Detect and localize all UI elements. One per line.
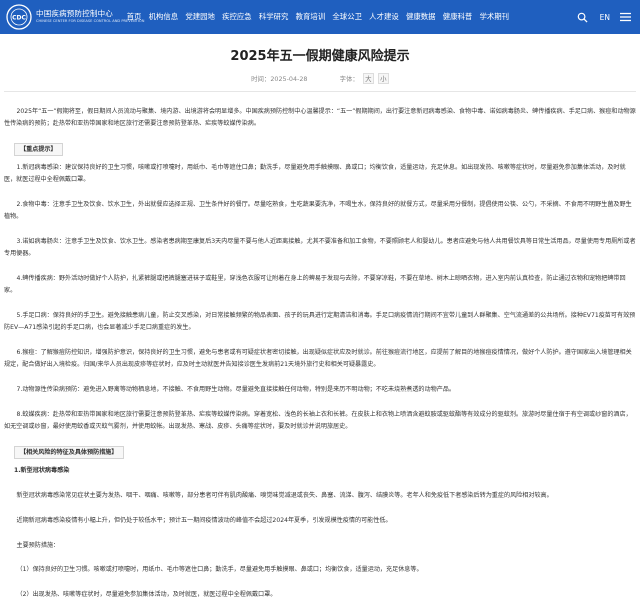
tip-mosquito-borne: 8.蚊媒疾病：赴热带和亚热带国家和地区旅行需要注意预防登革热、疟疾等蚊媒传染病。…: [4, 411, 632, 431]
nav-training[interactable]: 教育培训: [292, 0, 329, 34]
logo-chinese-name: 中国疾病预防控制中心: [36, 9, 113, 18]
intro-paragraph: 2025年“五一”假期将至，假日期间人员流动与聚集、境内游、出境游将会明显增多。…: [4, 108, 636, 128]
nav-journals[interactable]: 学术期刊: [476, 0, 513, 34]
section-covid-heading: 1.新型冠状病毒感染: [14, 467, 70, 475]
main-nav: 首页 机构信息 党建园地 疾控应急 科学研究 教育培训 全球公卫 人才建设 健康…: [123, 0, 513, 34]
article-meta: 时间：2025-04-28 字体： 大 小: [0, 73, 640, 84]
nav-talent[interactable]: 人才建设: [366, 0, 403, 34]
menu-icon[interactable]: [618, 10, 632, 24]
tip-tick-borne: 4.蜱传播疾病：野外活动时做好个人防护，扎紧裤腿或把裤腿塞进袜子或鞋里，穿浅色衣…: [4, 275, 626, 295]
tip-hfmd: 5.手足口病：保持良好的手卫生。避免接触患病儿童，防止交叉感染，对日常接触频繁的…: [4, 312, 636, 332]
nav-health-science[interactable]: 健康科普: [439, 0, 476, 34]
publish-time-label: 时间：: [251, 75, 271, 83]
tip-food-poisoning: 2.食物中毒：注意手卫生及饮食、饮水卫生，外出就餐应选择正规、卫生条件好的餐厅。…: [4, 201, 632, 221]
nav-emergency[interactable]: 疾控应急: [219, 0, 256, 34]
cdc-emblem-icon: CDC: [6, 4, 32, 30]
publish-time: 2025-04-28: [270, 75, 308, 83]
top-navigation-bar: CDC 中国疾病预防控制中心 CHINESE CENTER FOR DISEAS…: [0, 0, 640, 34]
nav-institution-info[interactable]: 机构信息: [145, 0, 182, 34]
related-risks-heading: 【相关风险的特征及具体预防措施】: [14, 446, 124, 459]
measure-1: （1）保持良好的卫生习惯。咳嗽或打喷嚏时，用纸巾、毛巾等遮住口鼻；勤洗手，尽量避…: [16, 566, 423, 574]
nav-global-health[interactable]: 全球公卫: [329, 0, 366, 34]
measures-label: 主要预防措施：: [16, 541, 60, 549]
tip-mpox: 6.猴痘：了解猴痘防控知识，增强防护意识，保持良好的卫生习惯，避免与患者或有可疑…: [4, 349, 632, 369]
font-small-button[interactable]: 小: [377, 73, 389, 84]
search-icon[interactable]: [576, 10, 590, 24]
font-large-button[interactable]: 大: [362, 73, 374, 84]
covid-trend-paragraph: 近期新冠病毒感染疫情有小幅上升，但仍处于较低水平；预计五一期间疫情波动的峰值不会…: [16, 516, 392, 524]
cdc-logo[interactable]: CDC 中国疾病预防控制中心 CHINESE CENTER FOR DISEAS…: [6, 4, 144, 30]
article-title: 2025年五一假期健康风险提示: [230, 49, 410, 64]
language-switch-en[interactable]: EN: [600, 13, 610, 22]
header-tools: EN: [568, 0, 632, 34]
nav-health-data[interactable]: 健康数据: [402, 0, 439, 34]
tip-zoonotic: 7.动物源性传染病预防：避免进入野禽等动物栖息地，不接触、不食用野生动物。尽量避…: [16, 386, 455, 394]
svg-text:CDC: CDC: [12, 15, 26, 22]
nav-research[interactable]: 科学研究: [255, 0, 292, 34]
nav-home[interactable]: 首页: [123, 0, 145, 34]
article-body: 2025年“五一”假期将至，假日期间人员流动与聚集、境内游、出境游将会明显增多。…: [4, 106, 636, 614]
tip-covid: 1.新冠病毒感染：建议保持良好的卫生习惯，咳嗽或打喷嚏时，用纸巾、毛巾等遮住口鼻…: [4, 164, 626, 184]
font-size-label: 字体：: [339, 75, 359, 83]
key-points-heading: 【重点提示】: [14, 143, 63, 156]
nav-party-building[interactable]: 党建园地: [182, 0, 219, 34]
covid-symptoms-paragraph: 新型冠状病毒感染常见症状主要为发热、咽干、咽痛、咳嗽等，部分患者可伴有肌肉酸痛、…: [16, 492, 553, 499]
measure-2: （2）出现发热、咳嗽等症状时，尽量避免参加集体活动，及时就医，就医过程中全程佩戴…: [16, 591, 277, 599]
tip-norovirus: 3.诺如病毒肠炎：注意手卫生及饮食、饮水卫生。感染者患病期至康复后3天内尽量不要…: [4, 238, 636, 258]
title-divider: [4, 91, 636, 92]
